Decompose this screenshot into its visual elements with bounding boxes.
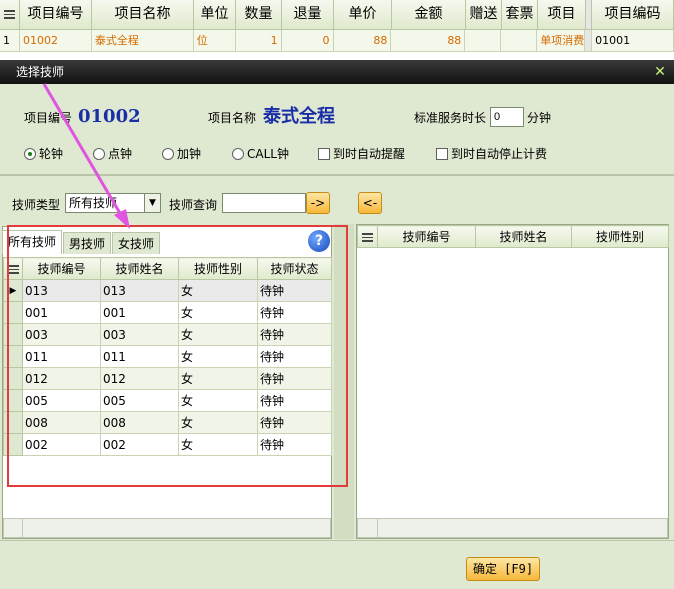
annotation-arrow [42,83,130,229]
